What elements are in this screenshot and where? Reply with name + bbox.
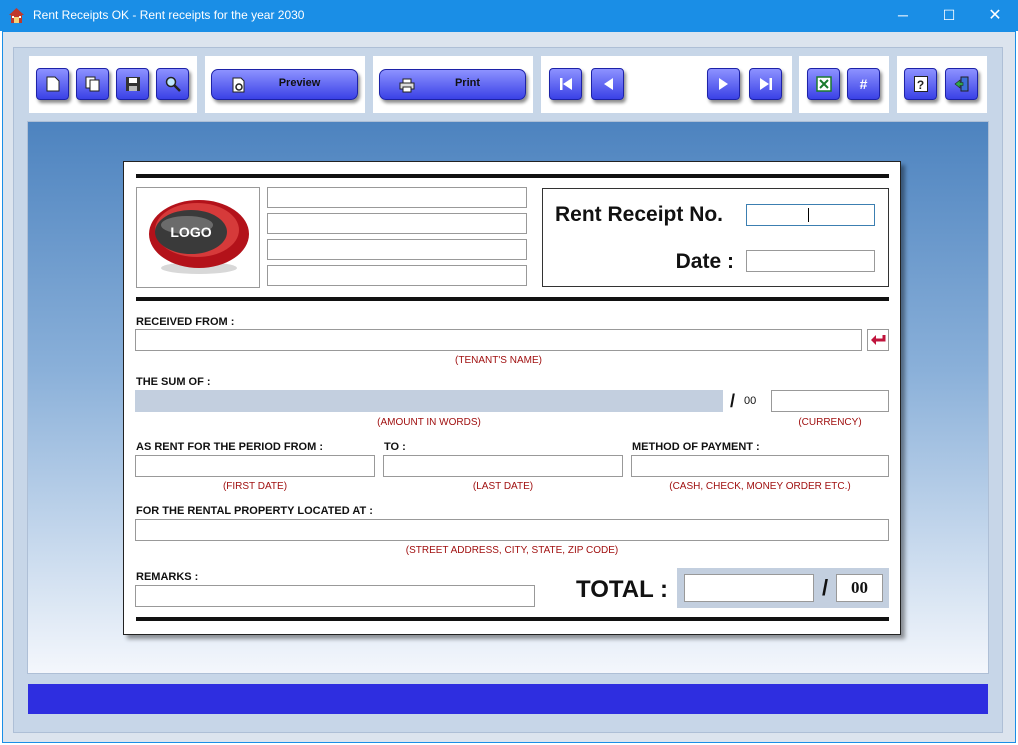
window-title: Rent Receipts OK - Rent receipts for the…	[33, 8, 305, 22]
property-label: FOR THE RENTAL PROPERTY LOCATED AT :	[136, 505, 373, 517]
period-from-label: AS RENT FOR THE PERIOD FROM :	[136, 441, 323, 453]
print-label: Print	[454, 77, 481, 89]
copy-icon	[85, 76, 99, 92]
toolbar-export-group: #	[799, 56, 889, 113]
amount-in-words-field[interactable]	[135, 390, 723, 412]
company-line-4[interactable]	[267, 265, 527, 286]
last-date-input[interactable]	[383, 455, 623, 477]
property-address-input[interactable]	[135, 519, 889, 541]
total-slash: /	[822, 575, 829, 600]
total-label: TOTAL :	[576, 576, 668, 603]
search-button[interactable]	[156, 68, 189, 100]
rent-receipt-form: LOGO Rent Receipt No. Date : RECEIVED FR…	[123, 161, 901, 635]
last-date-hint: (LAST DATE)	[472, 481, 534, 492]
date-input[interactable]	[746, 250, 875, 272]
company-line-3[interactable]	[267, 239, 527, 260]
toolbar-help-group: ?	[897, 56, 987, 113]
help-button[interactable]: ?	[904, 68, 937, 100]
received-from-label: RECEIVED FROM :	[136, 316, 235, 328]
return-arrow-icon	[871, 335, 886, 345]
logo-image: LOGO	[149, 200, 249, 274]
minimize-button[interactable]: ─	[880, 0, 926, 31]
close-button[interactable]: ✕	[972, 0, 1018, 31]
search-icon	[165, 76, 181, 92]
first-record-icon	[559, 78, 572, 90]
receipt-number-box: Rent Receipt No. Date :	[542, 188, 889, 287]
first-date-input[interactable]	[135, 455, 375, 477]
toolbar-navigation-group	[541, 56, 792, 113]
previous-record-button[interactable]	[591, 68, 624, 100]
sum-of-label: THE SUM OF :	[136, 376, 211, 388]
copy-button[interactable]	[76, 68, 109, 100]
top-rule	[136, 174, 889, 178]
company-line-1[interactable]	[267, 187, 527, 208]
new-button[interactable]	[36, 68, 69, 100]
previous-record-icon	[603, 78, 613, 90]
company-line-2[interactable]	[267, 213, 527, 234]
maximize-button[interactable]: ☐	[926, 0, 972, 31]
title-bar: Rent Receipts OK - Rent receipts for the…	[0, 0, 1018, 31]
app-house-icon	[9, 8, 24, 23]
new-document-icon	[46, 76, 59, 92]
payment-method-input[interactable]	[631, 455, 889, 477]
excel-export-button[interactable]	[807, 68, 840, 100]
print-button[interactable]: Print	[379, 69, 526, 100]
first-date-hint: (FIRST DATE)	[222, 481, 288, 492]
status-bar	[28, 684, 988, 714]
text-caret	[808, 208, 809, 222]
amount-in-words-hint: (AMOUNT IN WORDS)	[377, 417, 481, 428]
toolbar-preview-group: Preview	[205, 56, 365, 113]
numbering-button[interactable]: #	[847, 68, 880, 100]
exit-button[interactable]	[945, 68, 978, 100]
next-record-button[interactable]	[707, 68, 740, 100]
preview-button[interactable]: Preview	[211, 69, 358, 100]
remarks-label: REMARKS :	[136, 571, 199, 583]
header-rule	[136, 297, 889, 301]
bottom-rule	[136, 617, 889, 621]
payment-method-label: METHOD OF PAYMENT :	[632, 441, 760, 453]
toolbar-print-group: Print	[373, 56, 533, 113]
sum-slash: /	[730, 391, 736, 411]
receipt-number-input[interactable]	[746, 204, 875, 226]
help-icon: ?	[913, 76, 928, 92]
logo-box[interactable]: LOGO	[136, 187, 260, 288]
logo-text: LOGO	[170, 224, 211, 240]
next-record-icon	[718, 78, 728, 90]
tenant-name-input[interactable]	[135, 329, 862, 351]
currency-hint: (CURRENCY)	[798, 417, 862, 428]
exit-icon	[954, 76, 968, 92]
excel-icon	[815, 76, 832, 92]
tenant-lookup-button[interactable]	[867, 329, 889, 351]
last-record-icon	[759, 78, 772, 90]
number-icon: #	[859, 76, 868, 92]
first-record-button[interactable]	[549, 68, 582, 100]
last-record-button[interactable]	[749, 68, 782, 100]
date-label: Date :	[675, 250, 734, 273]
tenant-name-hint: (TENANT'S NAME)	[455, 355, 542, 366]
payment-method-hint: (CASH, CHECK, MONEY ORDER ETC.)	[669, 481, 851, 492]
sum-cents: 00	[744, 395, 757, 407]
toolbar-file-group	[29, 56, 197, 113]
receipt-number-label: Rent Receipt No.	[555, 203, 724, 226]
total-cents-field[interactable]: 00	[836, 574, 883, 602]
total-panel: / 00	[677, 568, 889, 608]
property-address-hint: (STREET ADDRESS, CITY, STATE, ZIP CODE)	[405, 545, 619, 556]
remarks-input[interactable]	[135, 585, 535, 607]
total-amount-input[interactable]	[684, 574, 814, 602]
save-button[interactable]	[116, 68, 149, 100]
period-to-label: TO :	[384, 441, 406, 453]
save-icon	[125, 77, 140, 91]
preview-label: Preview	[278, 77, 321, 89]
currency-input[interactable]	[771, 390, 889, 412]
